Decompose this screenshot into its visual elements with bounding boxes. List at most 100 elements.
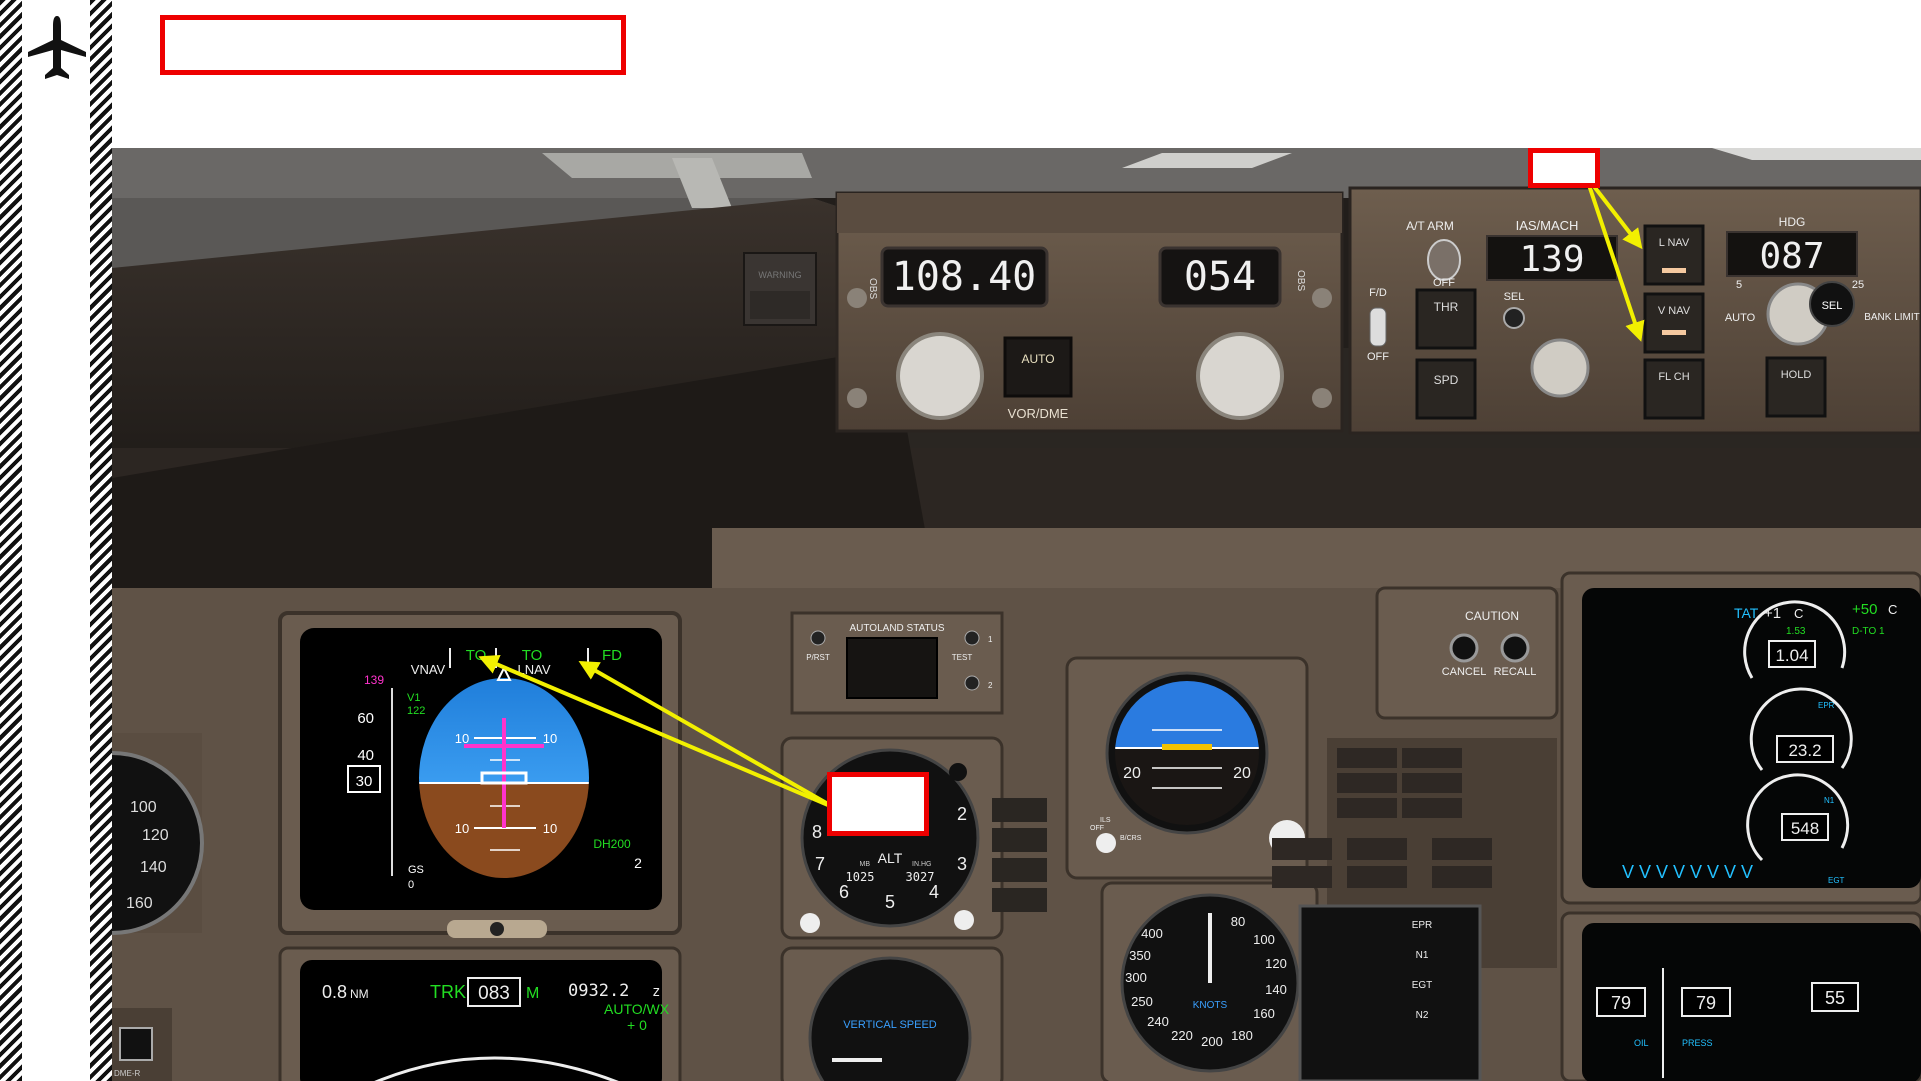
vsi-label: VERTICAL SPEED <box>843 1019 937 1031</box>
flch-button <box>1643 358 1705 420</box>
svg-text:2: 2 <box>957 804 967 824</box>
warning-label: WARNING <box>758 270 801 280</box>
efis-right-label: OBS <box>1295 270 1306 291</box>
asi-tick-80: 80 <box>1231 914 1245 929</box>
oil-label: OIL <box>1634 1038 1649 1048</box>
altimeter-mb: 1025 <box>846 870 875 884</box>
nd-time-unit: z <box>652 984 660 1000</box>
at-arm-label: A/T ARM <box>1406 219 1454 233</box>
sadi-bcrs-label: B/CRS <box>1120 835 1142 842</box>
sadi-pitch-right: 20 <box>1233 765 1251 782</box>
svg-text:5: 5 <box>885 892 895 912</box>
temp-value: +50 <box>1852 601 1877 618</box>
svg-text:120: 120 <box>142 827 169 844</box>
ias-sel-label: SEL <box>1504 291 1525 303</box>
autoland-n1: 1 <box>988 635 993 644</box>
nd-dme-label: DME-R <box>114 1069 140 1078</box>
svg-text:6: 6 <box>839 882 849 902</box>
spd-label: SPD <box>1434 373 1459 387</box>
caution-title: CAUTION <box>1465 609 1519 623</box>
at-arm-switch <box>1427 239 1461 281</box>
efis-freq-display: 108.40 <box>892 254 1037 300</box>
callout-box-pfd <box>827 772 929 836</box>
callout-box-mcp <box>1528 148 1600 188</box>
asi-tick-160: 160 <box>1253 1006 1275 1021</box>
autoland-n2: 2 <box>988 681 993 690</box>
efis-right-knob <box>1196 332 1284 420</box>
hold-label: HOLD <box>1781 369 1812 381</box>
speed-30: 30 <box>356 773 373 790</box>
temp-unit: C <box>1888 602 1897 617</box>
cockpit-scene: WARNING 108.40 OBS 054 OBS AUTO VOR/DME … <box>112 148 1921 1081</box>
ias-mach-label: IAS/MACH <box>1516 218 1579 233</box>
efis-vor-dme-label: VOR/DME <box>1008 406 1069 421</box>
gs-value: 0 <box>408 879 414 891</box>
asi-tick-350: 350 <box>1129 948 1151 963</box>
asi-label: KNOTS <box>1193 1000 1228 1011</box>
thr-button <box>1415 288 1477 350</box>
epr-label: EPR <box>1818 701 1835 710</box>
nd-auto-wx: AUTO/WX <box>604 1001 670 1017</box>
tat-unit: C <box>1794 606 1803 621</box>
autoland-prst: P/RST <box>806 653 830 662</box>
caution-recall-button <box>1500 633 1530 663</box>
thr-label: THR <box>1434 300 1459 314</box>
fd-switch <box>1369 307 1387 347</box>
asi-tick-220: 220 <box>1171 1028 1193 1043</box>
nd-trk-value: 083 <box>478 983 510 1004</box>
asi-tick-140: 140 <box>1265 982 1287 997</box>
efis-course-display: 054 <box>1184 254 1256 300</box>
svg-text:160: 160 <box>126 895 153 912</box>
pitch-label-10-down-right: 10 <box>543 821 557 836</box>
tutorial-title-box <box>160 15 626 75</box>
efis-auto-label: AUTO <box>1021 352 1054 366</box>
airplane-icon <box>28 16 86 79</box>
sadi-pitch-left: 20 <box>1123 765 1141 782</box>
dh-label: DH200 <box>593 837 631 851</box>
speed-60: 60 <box>357 710 374 727</box>
asi-tick-200: 200 <box>1201 1034 1223 1049</box>
pitch-label-10-up-left: 10 <box>455 731 469 746</box>
sadi-off-label: OFF <box>1090 825 1104 832</box>
lnav-label: L NAV <box>1659 237 1690 249</box>
nd-time: 0932.2 <box>568 981 629 1001</box>
asi-tick-180: 180 <box>1231 1028 1253 1043</box>
autoland-test: TEST <box>952 653 973 662</box>
standby-epr-label: EPR <box>1412 920 1433 931</box>
at-off-label: OFF <box>1433 277 1455 289</box>
caution-cancel-label: CANCEL <box>1442 666 1487 678</box>
lower-right-value: 79 <box>1696 993 1716 1013</box>
svg-text:4: 4 <box>929 882 939 902</box>
svg-text:100: 100 <box>130 799 157 816</box>
asi-tick-100: 100 <box>1253 932 1275 947</box>
standby-n1-label: N1 <box>1416 950 1429 961</box>
pitch-label-10-down-left: 10 <box>455 821 469 836</box>
fma-fd: FD <box>602 647 622 664</box>
cockpit-screenshot: WARNING 108.40 OBS 054 OBS AUTO VOR/DME … <box>112 148 1921 1081</box>
hold-button <box>1765 356 1827 418</box>
epr-value: 1.04 <box>1775 646 1808 665</box>
asi-tick-120: 120 <box>1265 956 1287 971</box>
hazard-stripe-right <box>90 0 112 1081</box>
lower-55-value: 55 <box>1825 988 1845 1008</box>
egt-label: EGT <box>1828 876 1845 885</box>
hdg-label: HDG <box>1779 215 1806 229</box>
svg-text:140: 140 <box>140 859 167 876</box>
ias-knob <box>1530 338 1590 398</box>
ias-sel-button <box>1503 307 1525 329</box>
fd-off-label: OFF <box>1367 351 1389 363</box>
svg-text:3: 3 <box>957 854 967 874</box>
n1-value: 23.2 <box>1788 741 1821 760</box>
nd-trk-label: TRK <box>430 982 466 1002</box>
asi-tick-400: 400 <box>1141 926 1163 941</box>
d-to-label: D-TO 1 <box>1852 626 1885 637</box>
autoland-display <box>846 637 938 699</box>
bank-25-label: 25 <box>1852 279 1864 291</box>
v1-label: V1 <box>407 692 420 704</box>
vnav-button <box>1643 292 1705 354</box>
efis-left-knob <box>896 332 984 420</box>
gs-label: GS <box>408 864 424 876</box>
dh-value: 2 <box>634 855 642 871</box>
lower-left-value: 79 <box>1611 993 1631 1013</box>
hdg-sel-label: SEL <box>1822 300 1843 312</box>
